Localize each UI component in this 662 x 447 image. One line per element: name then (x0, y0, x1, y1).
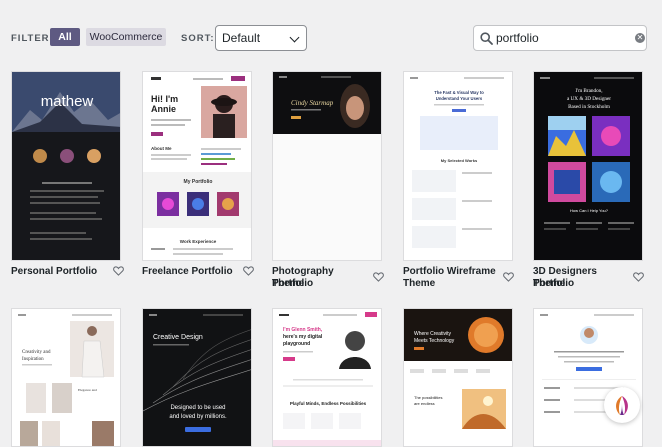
svg-text:Creative Design: Creative Design (153, 334, 203, 341)
theme-preview-image: mathew (12, 72, 120, 260)
svg-text:Creativity and: Creativity and (22, 350, 51, 355)
theme-preview-image (534, 309, 642, 446)
svg-text:are endless: are endless (414, 401, 435, 406)
theme-title-line2[interactable]: Theme (403, 278, 503, 290)
theme-title[interactable]: Freelance Portfolio (142, 266, 242, 278)
help-launcher-button[interactable] (604, 387, 640, 423)
svg-text:Inspiration: Inspiration (22, 357, 44, 362)
svg-text:My Portfolio: My Portfolio (184, 179, 213, 185)
theme-card-personal-portfolio[interactable]: mathew (11, 71, 121, 261)
svg-text:I'm Glenn Smith,: I'm Glenn Smith, (283, 327, 323, 333)
svg-text:Elegance and: Elegance and (78, 388, 97, 392)
theme-card-designer-developer[interactable] (533, 308, 643, 447)
svg-text:Understand Your Users: Understand Your Users (436, 96, 483, 101)
svg-text:Designed to be used: Designed to be used (170, 405, 225, 411)
svg-text:Based in Stockholm: Based in Stockholm (568, 104, 610, 110)
theme-card-creativity-inspiration[interactable]: Creativity and Inspiration Elegance and (11, 308, 121, 447)
theme-title[interactable]: Personal Portfolio (11, 266, 111, 278)
favorite-heart-icon[interactable] (633, 272, 644, 282)
theme-card-freelance-portfolio[interactable]: Hi! I'm Annie About Me My Portfolio Work… (142, 71, 252, 261)
svg-text:Annie: Annie (151, 104, 176, 114)
svg-text:How Can I Help You?: How Can I Help You? (570, 208, 609, 213)
theme-preview-image: Where Creativity Meets Technology The po… (404, 309, 512, 446)
theme-preview-image: The Fast & Visual Way to Understand Your… (404, 72, 512, 260)
theme-preview-image: I'm Glenn Smith, here's my digital playg… (273, 309, 381, 446)
svg-text:I'm Brandon,: I'm Brandon, (575, 88, 602, 94)
theme-title-line2[interactable]: Theme (533, 278, 633, 290)
favorite-heart-icon[interactable] (373, 272, 384, 282)
theme-title[interactable]: Portfolio Wireframe (403, 266, 503, 278)
theme-preview-image: Hi! I'm Annie About Me My Portfolio Work… (143, 72, 251, 260)
theme-preview-image: I'm Brandon, a UX & 3D Designer Based in… (534, 72, 642, 260)
favorite-heart-icon[interactable] (113, 266, 124, 276)
svg-text:My Selected Works: My Selected Works (441, 158, 478, 163)
theme-grid: mathew Personal Portfolio Hi! I'm Annie (0, 0, 662, 447)
svg-text:mathew: mathew (41, 93, 94, 110)
svg-text:Work Experience: Work Experience (180, 239, 217, 244)
theme-card-portfolio-wireframe[interactable]: The Fast & Visual Way to Understand Your… (403, 71, 513, 261)
svg-text:Playful Minds, Endless Possibi: Playful Minds, Endless Possibilities (290, 401, 367, 406)
favorite-heart-icon[interactable] (503, 272, 514, 282)
svg-text:Meets Technology: Meets Technology (414, 338, 455, 344)
svg-text:The Fast & Visual Way to: The Fast & Visual Way to (434, 90, 484, 95)
svg-text:a UX & 3D Designer: a UX & 3D Designer (567, 96, 611, 102)
theme-card-creative-design[interactable]: Creative Design Designed to be used and … (142, 308, 252, 447)
theme-card-3d-designers-portfolio[interactable]: I'm Brandon, a UX & 3D Designer Based in… (533, 71, 643, 261)
brand-logo-icon (616, 396, 628, 415)
theme-preview-image: Cindy Starmap (273, 72, 381, 260)
theme-card-creativity-technology[interactable]: Where Creativity Meets Technology The po… (403, 308, 513, 447)
svg-text:and loved by millions.: and loved by millions. (169, 414, 227, 420)
svg-text:Where Creativity: Where Creativity (414, 331, 451, 337)
svg-text:here's my digital: here's my digital (283, 334, 323, 340)
favorite-heart-icon[interactable] (243, 266, 254, 276)
svg-text:Cindy Starmap: Cindy Starmap (291, 99, 334, 107)
svg-text:About Me: About Me (151, 146, 172, 151)
theme-title-line2[interactable]: Theme (272, 278, 372, 290)
theme-card-digital-playground[interactable]: I'm Glenn Smith, here's my digital playg… (272, 308, 382, 447)
theme-preview-image: Creative Design Designed to be used and … (143, 309, 251, 446)
theme-card-photography-portfolio[interactable]: Cindy Starmap (272, 71, 382, 261)
svg-text:Hi! I'm: Hi! I'm (151, 94, 178, 104)
theme-preview-image: Creativity and Inspiration Elegance and (12, 309, 120, 446)
svg-text:The possibilities: The possibilities (414, 395, 442, 400)
svg-text:playground: playground (283, 341, 310, 347)
